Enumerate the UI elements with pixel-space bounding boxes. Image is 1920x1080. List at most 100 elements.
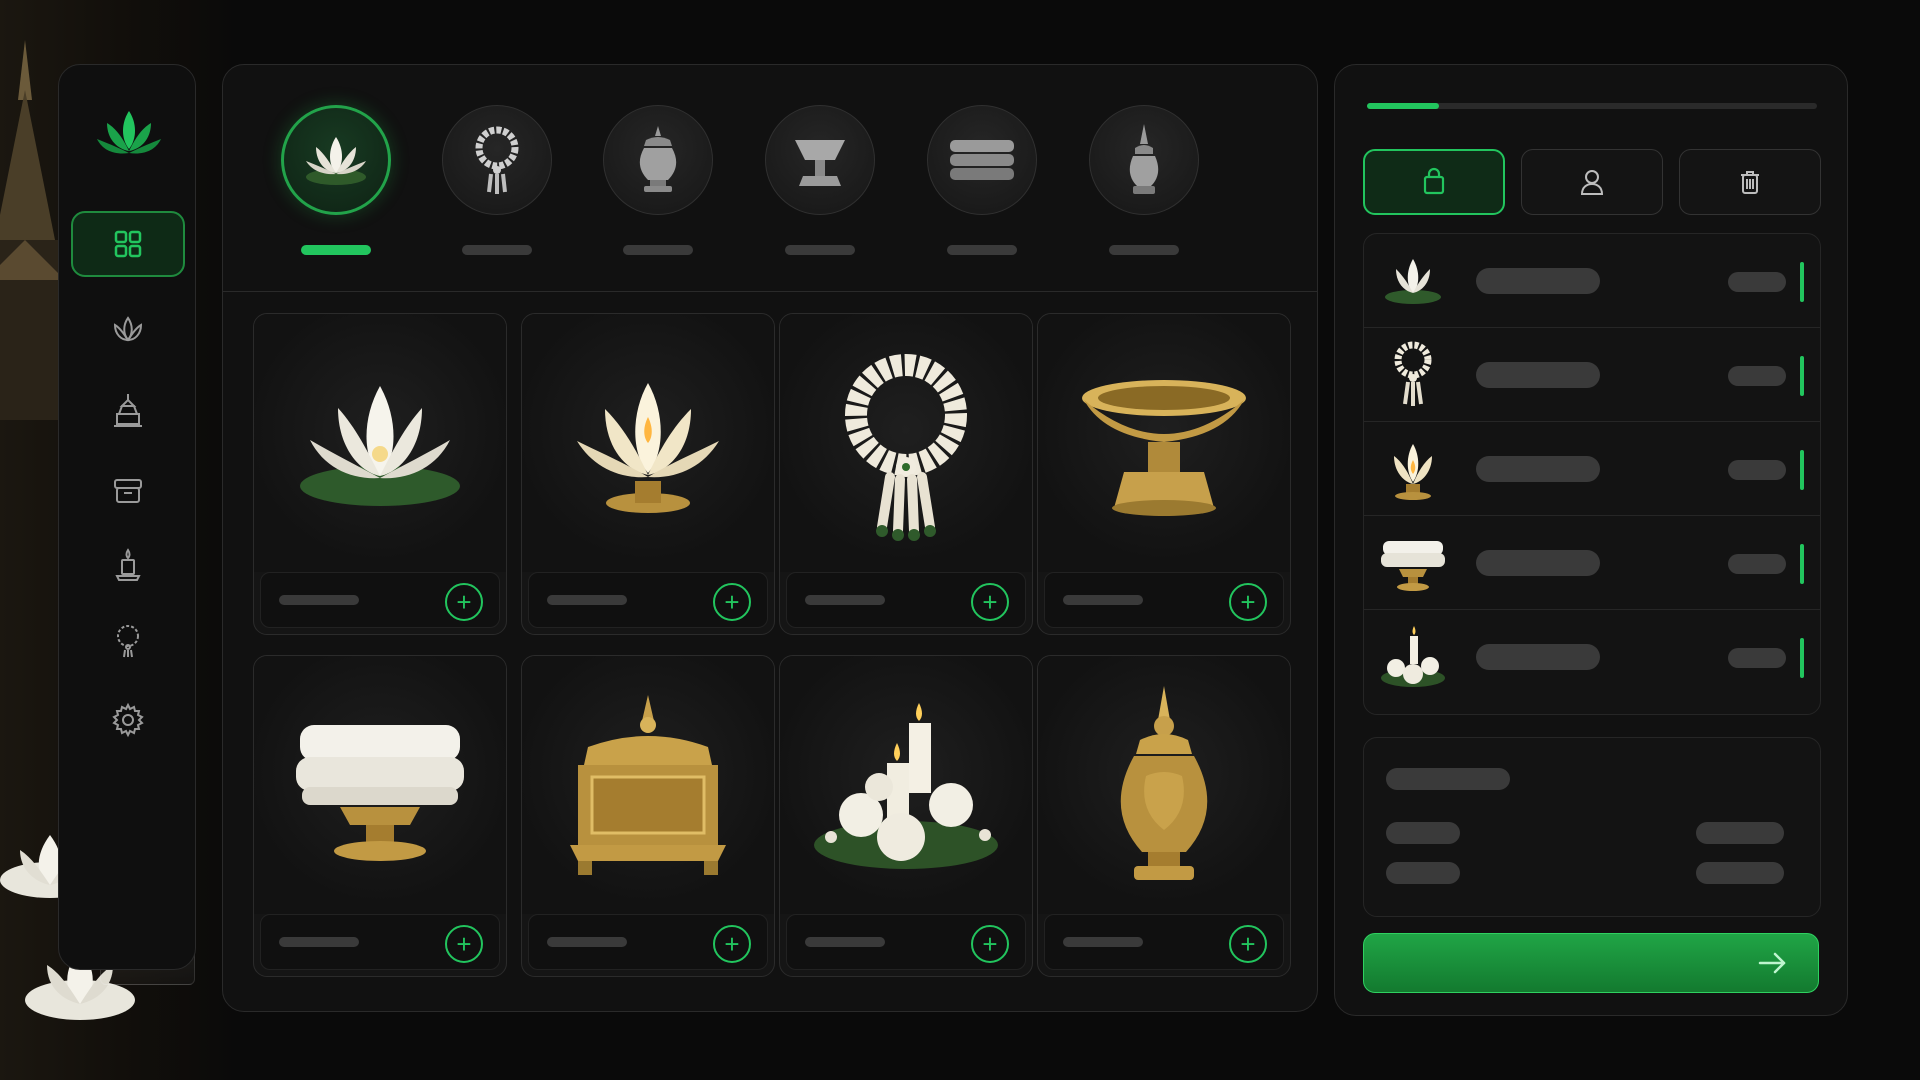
- main-panel: + + + + + + + +: [222, 64, 1318, 1012]
- cart-item-qty: [1728, 366, 1786, 386]
- sidebar-item-dashboard[interactable]: [71, 211, 185, 277]
- product-name: [547, 937, 627, 947]
- add-to-cart-button[interactable]: +: [971, 925, 1009, 963]
- cart-item[interactable]: [1364, 422, 1820, 516]
- grid-icon: [114, 230, 142, 258]
- product-name: [805, 937, 885, 947]
- category-cloth[interactable]: [927, 105, 1037, 215]
- summary-value: [1696, 822, 1784, 844]
- urn-icon: [639, 126, 677, 192]
- sidebar-item-candles[interactable]: [71, 531, 185, 597]
- sidebar-item-offerings[interactable]: [71, 377, 185, 443]
- pedestal-bowl-icon: [795, 140, 845, 186]
- category-indicator: [785, 245, 855, 255]
- checkout-button[interactable]: [1363, 933, 1819, 993]
- category-urn[interactable]: [603, 105, 713, 215]
- cart-item[interactable]: [1364, 516, 1820, 610]
- cart-item-indicator: [1800, 262, 1804, 302]
- checkout-progress: [1367, 103, 1817, 109]
- cart-item-indicator: [1800, 356, 1804, 396]
- sidebar-item-garlands[interactable]: [71, 607, 185, 673]
- garland-icon: [117, 625, 139, 658]
- pagoda-icon: [114, 394, 142, 427]
- cart-item-thumbnail: [1374, 430, 1452, 508]
- product-card-gold-bowl[interactable]: +: [1037, 313, 1291, 635]
- lotus-icon: [113, 316, 143, 342]
- product-name: [547, 595, 627, 605]
- gear-icon: [112, 702, 144, 738]
- product-card-candle-arrangement[interactable]: +: [779, 655, 1033, 977]
- add-to-cart-button[interactable]: +: [713, 583, 751, 621]
- cart-item-thumbnail: [1374, 242, 1452, 320]
- summary-label: [1386, 822, 1460, 844]
- cart-item-qty: [1728, 648, 1786, 668]
- add-to-cart-button[interactable]: +: [445, 925, 483, 963]
- cart-item-name: [1476, 268, 1600, 294]
- checkout-progress-fill: [1367, 103, 1439, 109]
- tab-user[interactable]: [1521, 149, 1663, 215]
- tab-bag[interactable]: [1363, 149, 1505, 215]
- product-card-lotus-flower[interactable]: +: [253, 313, 507, 635]
- product-name: [279, 937, 359, 947]
- product-image: [254, 656, 506, 914]
- cart-item-qty: [1728, 554, 1786, 574]
- garland-icon: [475, 126, 519, 194]
- cart-item-qty: [1728, 460, 1786, 480]
- product-card-lotus-lamp[interactable]: +: [521, 313, 775, 635]
- cart-item-indicator: [1800, 638, 1804, 678]
- summary-title: [1386, 768, 1510, 790]
- sidebar-item-settings[interactable]: [71, 687, 185, 753]
- category-garland[interactable]: [442, 105, 552, 215]
- product-card-jasmine-garland[interactable]: +: [779, 313, 1033, 635]
- cart-item-name: [1476, 644, 1600, 670]
- product-name: [279, 595, 359, 605]
- cart-item[interactable]: [1364, 610, 1820, 704]
- product-image: [522, 314, 774, 572]
- category-lotus[interactable]: [281, 105, 391, 215]
- cart-item-indicator: [1800, 544, 1804, 584]
- lotus-logo-icon[interactable]: [93, 99, 165, 171]
- add-to-cart-button[interactable]: +: [971, 583, 1009, 621]
- lotus-icon: [306, 137, 366, 185]
- tab-delete[interactable]: [1679, 149, 1821, 215]
- candle-icon: [115, 548, 141, 581]
- add-to-cart-button[interactable]: +: [1229, 583, 1267, 621]
- shopping-bag-icon: [1423, 167, 1445, 195]
- add-to-cart-button[interactable]: +: [713, 925, 751, 963]
- folded-cloth-icon: [950, 140, 1014, 180]
- cart-item-indicator: [1800, 450, 1804, 490]
- sidebar-item-boxes[interactable]: [71, 457, 185, 523]
- cart-item-name: [1476, 456, 1600, 482]
- product-card-gold-urn[interactable]: +: [1037, 655, 1291, 977]
- product-card-white-cloth[interactable]: +: [253, 655, 507, 977]
- product-card-gold-box[interactable]: +: [521, 655, 775, 977]
- sidebar-item-flowers[interactable]: [71, 297, 185, 363]
- category-indicator: [623, 245, 693, 255]
- box-icon: [114, 479, 142, 503]
- sidebar: [58, 64, 196, 970]
- arrow-right-icon: [1758, 952, 1786, 974]
- cart-panel: [1334, 64, 1848, 1016]
- cart-item[interactable]: [1364, 328, 1820, 422]
- summary-value: [1696, 862, 1784, 884]
- category-pedestal-bowl[interactable]: [765, 105, 875, 215]
- product-image: [522, 656, 774, 914]
- product-name: [1063, 937, 1143, 947]
- product-image: [1038, 314, 1290, 572]
- add-to-cart-button[interactable]: +: [1229, 925, 1267, 963]
- product-name: [1063, 595, 1143, 605]
- cart-item-name: [1476, 362, 1600, 388]
- trash-icon: [1741, 171, 1759, 194]
- category-indicator: [462, 245, 532, 255]
- cart-item-name: [1476, 550, 1600, 576]
- category-indicator-active: [301, 245, 371, 255]
- cart-item-thumbnail: [1374, 336, 1452, 414]
- order-summary: [1363, 737, 1821, 917]
- cart-item-thumbnail: [1374, 618, 1452, 696]
- cart-item[interactable]: [1364, 234, 1820, 328]
- product-image: [780, 314, 1032, 572]
- product-name: [805, 595, 885, 605]
- category-indicator: [947, 245, 1017, 255]
- add-to-cart-button[interactable]: +: [445, 583, 483, 621]
- category-stupa-vase[interactable]: [1089, 105, 1199, 215]
